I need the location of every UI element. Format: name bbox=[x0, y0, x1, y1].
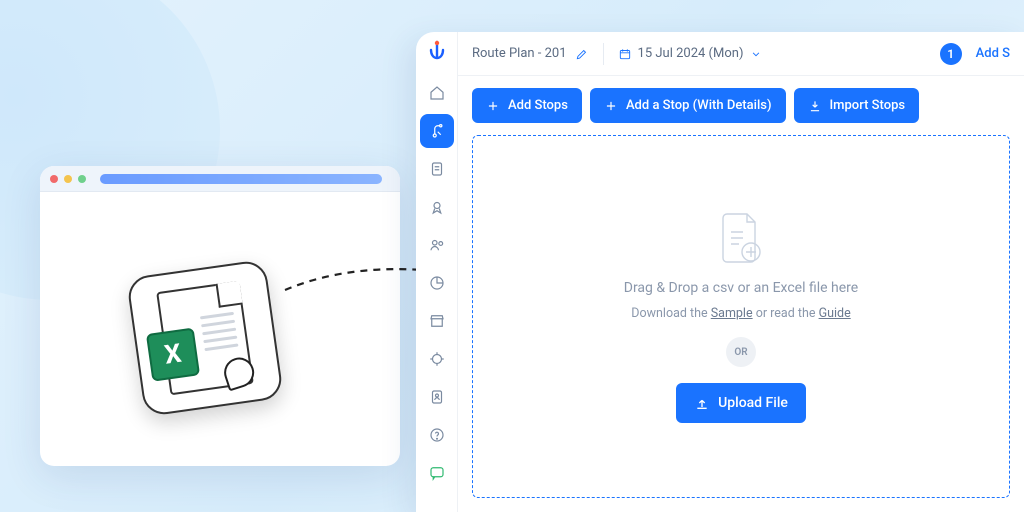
dropzone-subtitle: Download the Sample or read the Guide bbox=[631, 306, 850, 321]
sidebar-target-icon[interactable] bbox=[420, 342, 454, 376]
sample-link[interactable]: Sample bbox=[711, 306, 753, 321]
sidebar-home-icon[interactable] bbox=[420, 76, 454, 110]
dropzone[interactable]: Drag & Drop a csv or an Excel file here … bbox=[472, 135, 1010, 498]
action-button-row: Add Stops Add a Stop (With Details) Impo… bbox=[458, 76, 1024, 135]
document-lines bbox=[200, 312, 239, 351]
date-text: 15 Jul 2024 (Mon) bbox=[638, 46, 744, 61]
sidebar-routes-icon[interactable] bbox=[420, 114, 454, 148]
app-panel: Route Plan - 201 15 Jul 2024 (Mon) 1 Add… bbox=[416, 32, 1024, 512]
sidebar-help-icon[interactable] bbox=[420, 418, 454, 452]
sidebar bbox=[416, 32, 458, 512]
sidebar-users-icon[interactable] bbox=[420, 228, 454, 262]
excel-file-tile[interactable]: X bbox=[126, 259, 284, 417]
calendar-icon bbox=[618, 47, 632, 61]
sidebar-chat-icon[interactable] bbox=[420, 456, 454, 490]
add-stops-button[interactable]: Add Stops bbox=[472, 88, 582, 123]
document-icon: X bbox=[156, 281, 254, 396]
grab-cursor-icon bbox=[220, 354, 258, 392]
traffic-light-yellow bbox=[64, 175, 72, 183]
route-name[interactable]: Route Plan - 201 bbox=[472, 46, 589, 61]
excel-badge-icon: X bbox=[146, 328, 200, 382]
add-stops-label: Add Stops bbox=[508, 98, 568, 113]
upload-file-button[interactable]: Upload File bbox=[676, 383, 806, 423]
browser-bar bbox=[40, 166, 400, 192]
plus-icon bbox=[486, 99, 500, 113]
add-stop-details-label: Add a Stop (With Details) bbox=[626, 98, 772, 113]
or-separator: OR bbox=[726, 337, 756, 367]
plus-icon bbox=[604, 99, 618, 113]
date-picker[interactable]: 15 Jul 2024 (Mon) bbox=[618, 46, 764, 61]
upload-file-label: Upload File bbox=[718, 395, 788, 411]
step-number-badge: 1 bbox=[940, 43, 962, 65]
import-stops-button[interactable]: Import Stops bbox=[794, 88, 920, 123]
file-add-icon bbox=[716, 210, 766, 270]
route-name-text: Route Plan - 201 bbox=[472, 46, 567, 61]
dz-prefix: Download the bbox=[631, 306, 710, 321]
sidebar-badge-icon[interactable] bbox=[420, 190, 454, 224]
browser-url-bar bbox=[100, 174, 382, 184]
add-stop-details-button[interactable]: Add a Stop (With Details) bbox=[590, 88, 786, 123]
topbar: Route Plan - 201 15 Jul 2024 (Mon) 1 Add… bbox=[458, 32, 1024, 76]
import-icon bbox=[808, 99, 822, 113]
app-logo[interactable] bbox=[425, 40, 449, 68]
dz-middle: or read the bbox=[753, 306, 819, 321]
main-area: Route Plan - 201 15 Jul 2024 (Mon) 1 Add… bbox=[458, 32, 1024, 512]
traffic-light-green bbox=[78, 175, 86, 183]
chevron-down-icon bbox=[749, 47, 763, 61]
upload-icon bbox=[694, 395, 710, 411]
guide-link[interactable]: Guide bbox=[819, 306, 851, 321]
sidebar-analytics-icon[interactable] bbox=[420, 266, 454, 300]
dropzone-title: Drag & Drop a csv or an Excel file here bbox=[624, 280, 858, 296]
step-label: Add S bbox=[976, 46, 1010, 61]
import-stops-label: Import Stops bbox=[830, 98, 906, 113]
sidebar-store-icon[interactable] bbox=[420, 304, 454, 338]
traffic-light-red bbox=[50, 175, 58, 183]
sidebar-contact-icon[interactable] bbox=[420, 380, 454, 414]
divider bbox=[603, 43, 604, 65]
sidebar-doc-icon[interactable] bbox=[420, 152, 454, 186]
pencil-icon[interactable] bbox=[575, 47, 589, 61]
